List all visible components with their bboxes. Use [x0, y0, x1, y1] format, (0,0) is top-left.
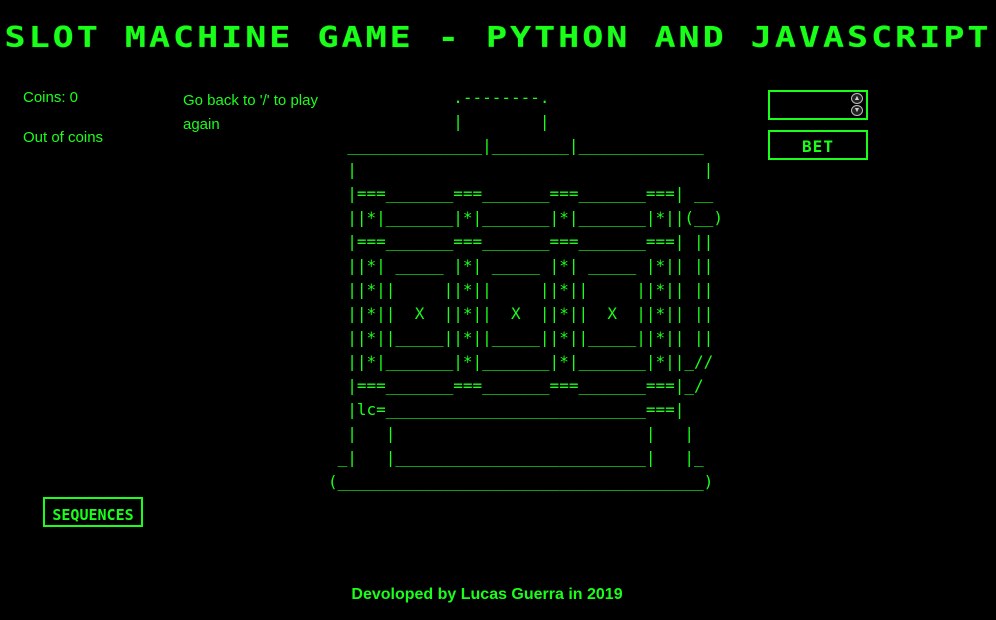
footer-credit: Devoloped by Lucas Guerra in 2019	[351, 586, 623, 603]
sequences-button[interactable]: Sequences	[43, 497, 143, 527]
bet-amount-spinner[interactable]: ▲ ▼	[851, 93, 865, 117]
page-title: Slot machine game - Python and Javascrip…	[4, 21, 992, 55]
increment-icon[interactable]: ▲	[851, 93, 863, 104]
out-of-coins-message: Out of coins	[23, 129, 104, 146]
decrement-icon[interactable]: ▼	[851, 105, 863, 116]
bet-amount-input[interactable]	[770, 92, 858, 118]
slot-machine-page: Slot machine game - Python and Javascrip…	[0, 0, 996, 620]
go-back-message: Go back to '/' to play again	[183, 92, 318, 133]
bet-button[interactable]: Bet	[768, 130, 868, 160]
bet-amount-field[interactable]: ▲ ▼	[768, 90, 868, 120]
coins-counter: Coins: 0	[23, 89, 79, 106]
slot-machine-art: .--------. | | ______________|________|_…	[328, 88, 723, 491]
